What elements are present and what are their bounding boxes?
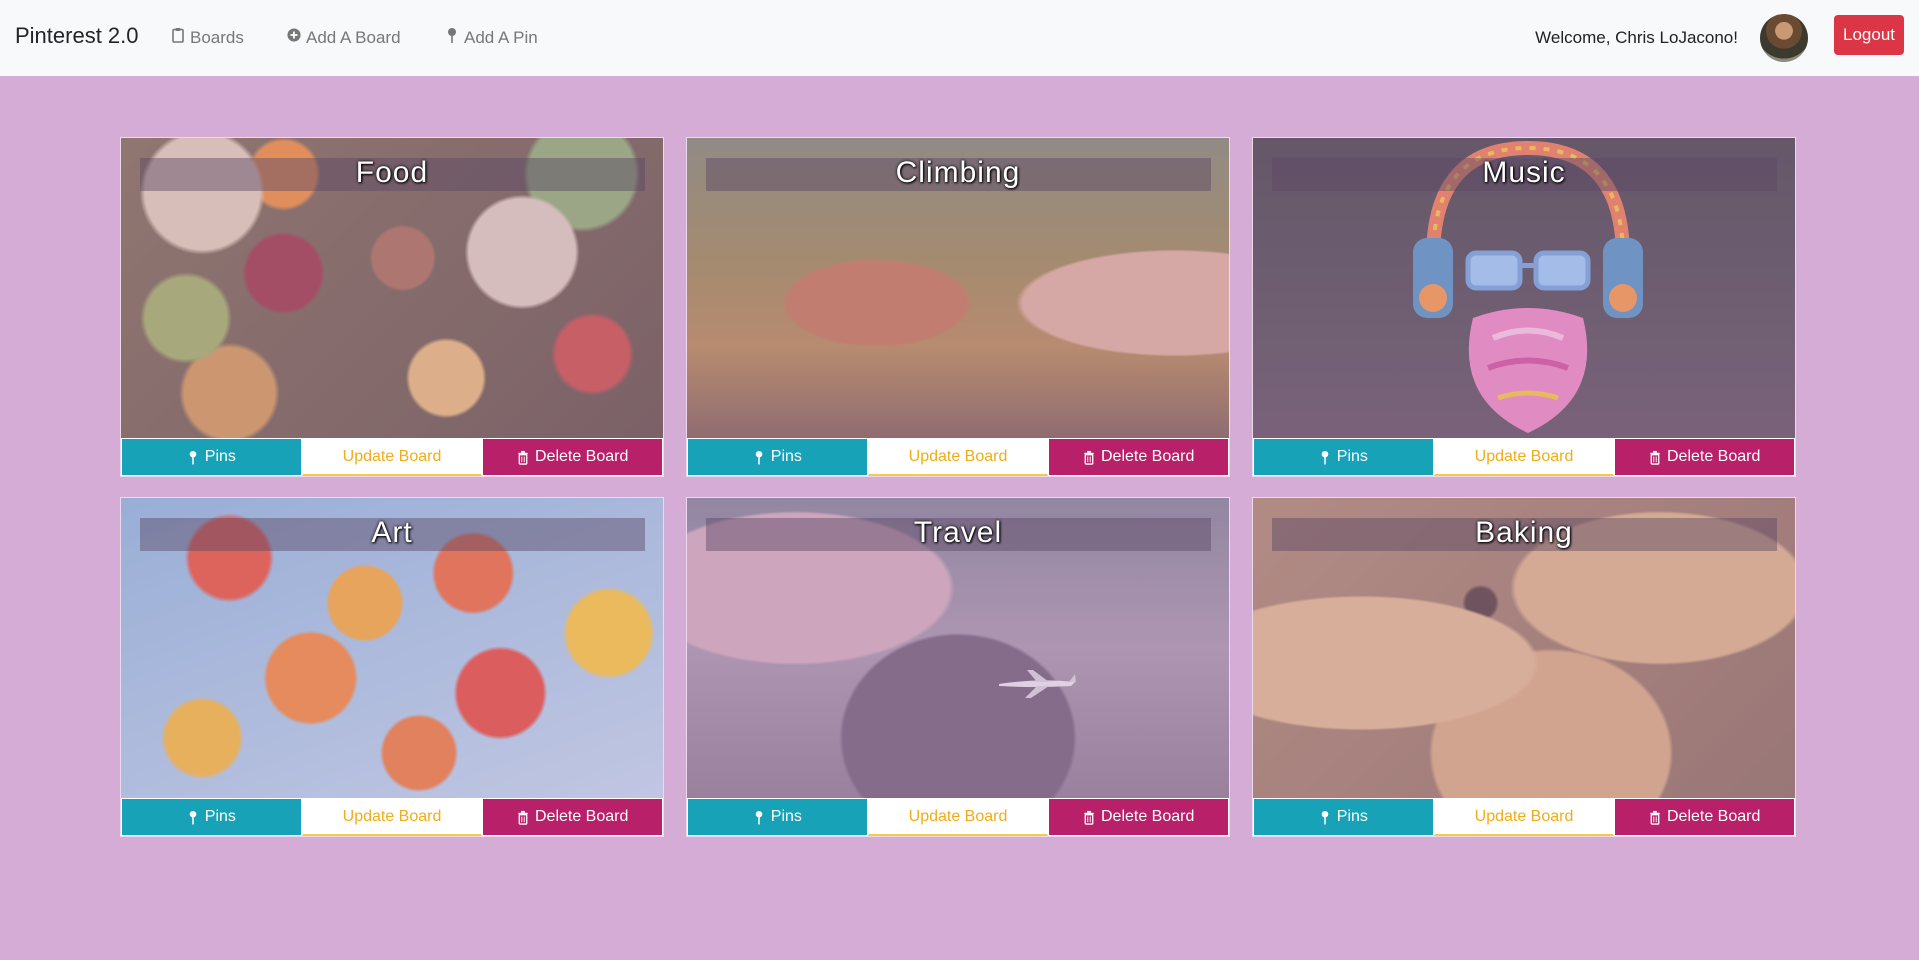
pin-icon — [445, 27, 459, 48]
update-board-button[interactable]: Update Board — [1433, 798, 1615, 836]
delete-label: Delete Board — [1100, 448, 1195, 465]
board-image: Climbing — [687, 138, 1229, 438]
pins-button[interactable]: Pins — [1253, 438, 1434, 476]
board-card: Travel Pins Update Board Delete Board — [686, 497, 1230, 837]
delete-label: Delete Board — [1666, 808, 1761, 825]
trash-icon — [1084, 810, 1094, 825]
board-image: Music — [1253, 138, 1795, 438]
pin-icon — [189, 450, 197, 465]
delete-board-button[interactable]: Delete Board — [482, 438, 663, 476]
pins-button[interactable]: Pins — [121, 798, 302, 836]
trash-icon — [518, 450, 528, 465]
board-title: Travel — [913, 516, 1003, 549]
pins-button[interactable]: Pins — [687, 438, 868, 476]
delete-label: Delete Board — [1100, 808, 1195, 825]
avatar[interactable] — [1760, 14, 1808, 62]
navbar: Pinterest 2.0 Boards Add A Board Add A P… — [0, 0, 1919, 76]
board-title: Music — [1482, 156, 1566, 189]
pin-icon — [1321, 810, 1329, 825]
delete-board-button[interactable]: Delete Board — [1048, 798, 1229, 836]
delete-board-button[interactable]: Delete Board — [1614, 798, 1795, 836]
board-title: Climbing — [895, 156, 1021, 189]
trash-icon — [1650, 450, 1660, 465]
nav-link-add-pin[interactable]: Add A Pin — [445, 27, 538, 48]
board-card: Music Pins Update Board Delete Board — [1252, 137, 1796, 477]
trash-icon — [1650, 810, 1660, 825]
logout-button[interactable]: Logout — [1834, 15, 1904, 55]
update-board-button[interactable]: Update Board — [867, 438, 1049, 476]
pins-label: Pins — [770, 808, 802, 825]
update-board-button[interactable]: Update Board — [301, 438, 483, 476]
board-card: Climbing Pins Update Board Delete Board — [686, 137, 1230, 477]
nav-link-label: Add A Pin — [464, 27, 538, 47]
board-card: Food Pins Update Board Delete Board — [120, 137, 664, 477]
delete-label: Delete Board — [534, 448, 629, 465]
pins-label: Pins — [770, 448, 802, 465]
pins-label: Pins — [204, 448, 236, 465]
pins-button[interactable]: Pins — [687, 798, 868, 836]
nav-link-label: Add A Board — [306, 27, 401, 47]
board-image: Art — [121, 498, 663, 798]
update-board-button[interactable]: Update Board — [301, 798, 483, 836]
pins-button[interactable]: Pins — [1253, 798, 1434, 836]
pin-icon — [755, 810, 763, 825]
delete-board-button[interactable]: Delete Board — [1048, 438, 1229, 476]
nav-link-boards[interactable]: Boards — [171, 27, 244, 48]
board-card: Art Pins Update Board Delete Board — [120, 497, 664, 837]
board-actions: Pins Update Board Delete Board — [687, 798, 1229, 836]
delete-board-button[interactable]: Delete Board — [482, 798, 663, 836]
board-image: Baking — [1253, 498, 1795, 798]
board-actions: Pins Update Board Delete Board — [687, 438, 1229, 476]
board-actions: Pins Update Board Delete Board — [121, 438, 663, 476]
nav-link-add-board[interactable]: Add A Board — [287, 27, 401, 48]
delete-board-button[interactable]: Delete Board — [1614, 438, 1795, 476]
board-card: Baking Pins Update Board Delete Board — [1252, 497, 1796, 837]
delete-label: Delete Board — [534, 808, 629, 825]
update-board-button[interactable]: Update Board — [867, 798, 1049, 836]
brand-title[interactable]: Pinterest 2.0 — [15, 23, 139, 49]
pins-label: Pins — [1336, 808, 1368, 825]
board-image: Travel — [687, 498, 1229, 798]
pins-label: Pins — [204, 808, 236, 825]
board-title: Baking — [1475, 516, 1573, 549]
board-image: Food — [121, 138, 663, 438]
board-title: Art — [371, 516, 413, 549]
delete-label: Delete Board — [1666, 448, 1761, 465]
trash-icon — [1084, 450, 1094, 465]
board-actions: Pins Update Board Delete Board — [1253, 798, 1795, 836]
pin-icon — [1321, 450, 1329, 465]
pins-button[interactable]: Pins — [121, 438, 302, 476]
nav-link-label: Boards — [190, 27, 244, 47]
pin-icon — [755, 450, 763, 465]
welcome-message: Welcome, Chris LoJacono! — [1535, 28, 1738, 47]
trash-icon — [518, 810, 528, 825]
pin-icon — [189, 810, 197, 825]
clipboard-icon — [171, 27, 185, 48]
update-board-button[interactable]: Update Board — [1433, 438, 1615, 476]
board-actions: Pins Update Board Delete Board — [121, 798, 663, 836]
plus-circle-icon — [287, 27, 301, 48]
board-actions: Pins Update Board Delete Board — [1253, 438, 1795, 476]
pins-label: Pins — [1336, 448, 1368, 465]
board-title: Food — [355, 156, 429, 189]
